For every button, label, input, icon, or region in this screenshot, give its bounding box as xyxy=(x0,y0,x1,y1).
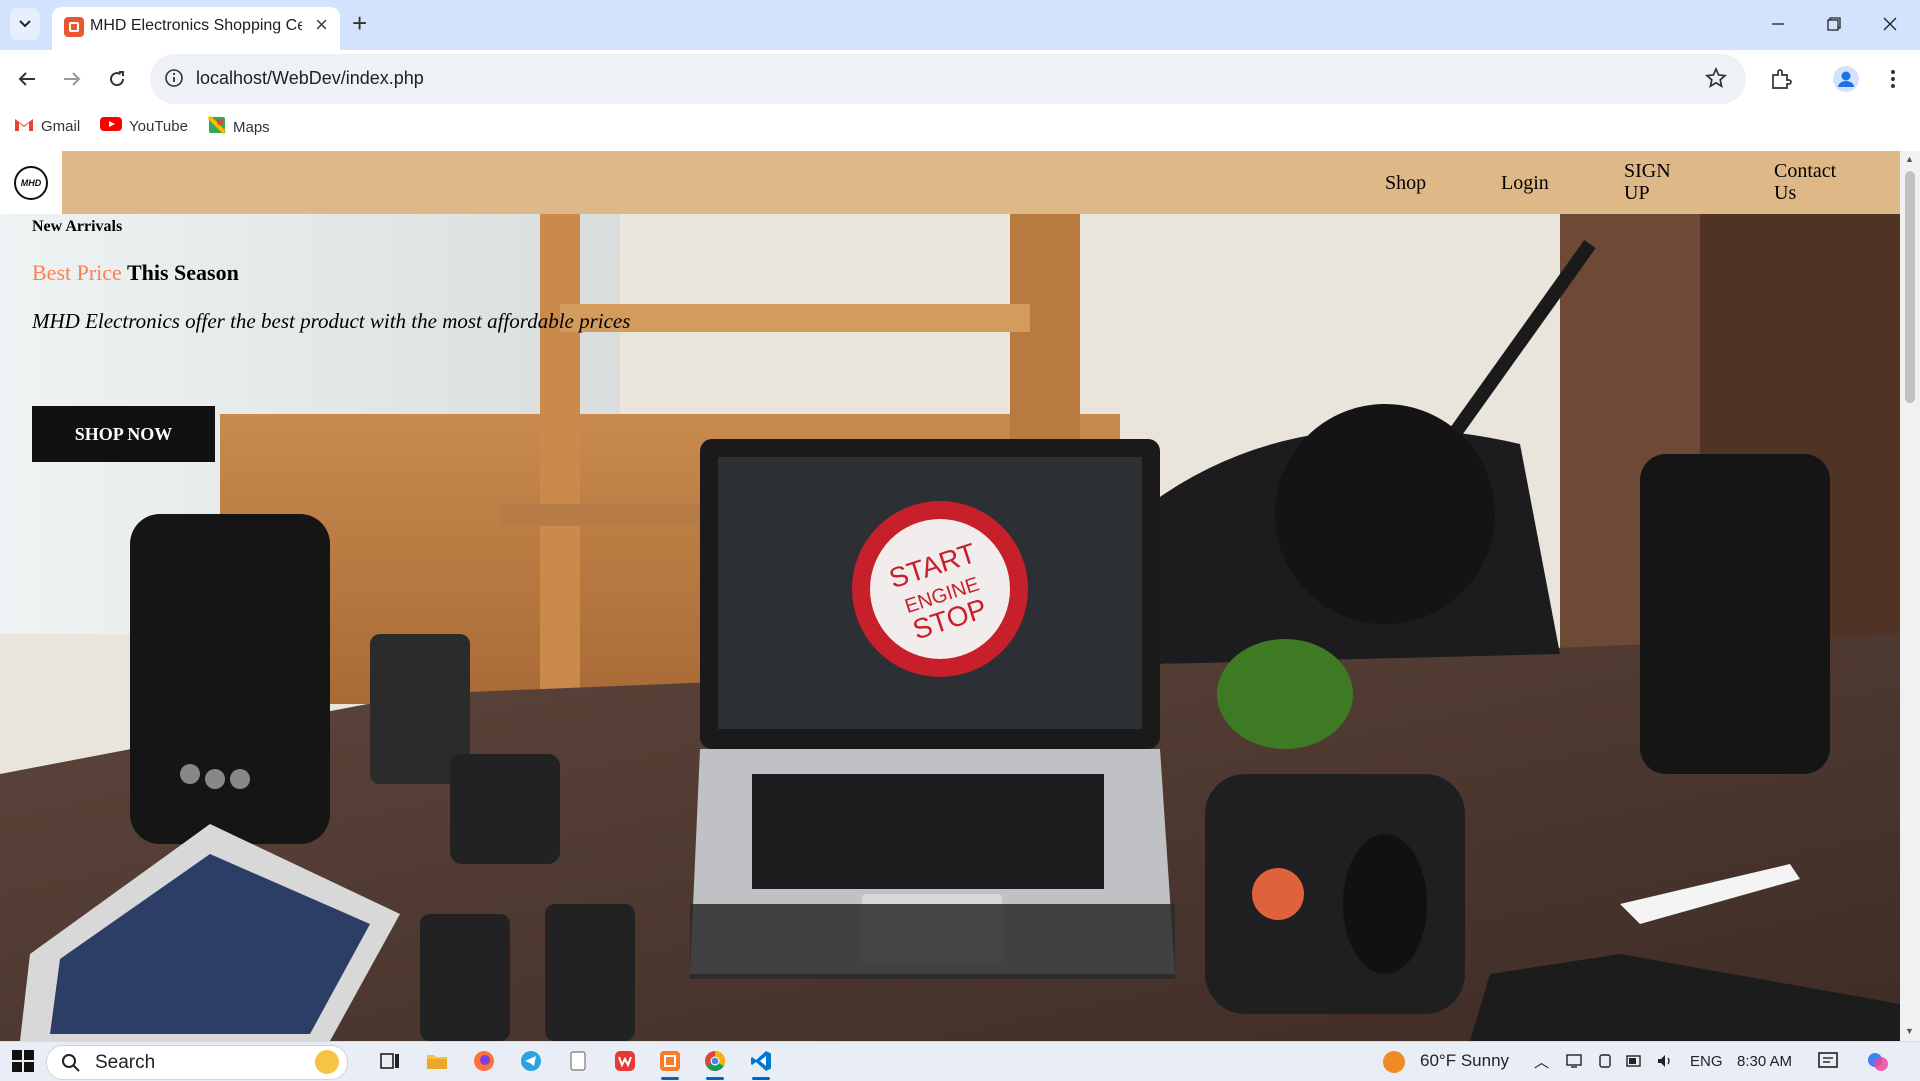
site-header: MHD Shop Login SIGN UP Contact Us xyxy=(0,151,1920,214)
bookmark-gmail[interactable]: Gmail xyxy=(14,116,80,136)
restore-button[interactable] xyxy=(1806,8,1862,40)
camera-icon[interactable] xyxy=(1598,1053,1614,1069)
close-window-button[interactable] xyxy=(1862,8,1918,40)
extensions-button[interactable] xyxy=(1766,64,1796,94)
telegram-icon[interactable] xyxy=(519,1049,543,1073)
back-button[interactable] xyxy=(12,64,42,94)
scroll-down-icon[interactable]: ▼ xyxy=(1905,1026,1914,1036)
hero-headline: Best Price This Season xyxy=(32,260,239,286)
bookmark-label: Gmail xyxy=(41,117,81,135)
minimize-icon xyxy=(1772,23,1784,25)
hero-headline-accent: Best Price xyxy=(32,260,122,285)
search-highlight-icon xyxy=(315,1050,339,1074)
search-icon xyxy=(62,1054,80,1072)
browser-toolbar: localhost/WebDev/index.php xyxy=(0,50,1920,108)
page-viewport: MHD Shop Login SIGN UP Contact Us START … xyxy=(0,151,1920,1041)
browser-menu-button[interactable] xyxy=(1878,64,1908,94)
hero-banner: START ENGINE STOP New Arrivals Best Pric… xyxy=(0,214,1900,1041)
new-tab-button[interactable]: + xyxy=(352,10,367,36)
windows-start-icon[interactable] xyxy=(12,1050,34,1072)
tab-search-button[interactable] xyxy=(10,8,40,40)
network-icon[interactable] xyxy=(1566,1053,1584,1069)
bookmark-youtube[interactable]: YouTube xyxy=(100,116,188,136)
language-indicator[interactable]: ENG xyxy=(1690,1053,1723,1070)
gmail-icon xyxy=(14,116,34,136)
profile-button[interactable] xyxy=(1831,64,1861,94)
notepad-icon[interactable] xyxy=(566,1049,590,1073)
clock[interactable]: 8:30 AM xyxy=(1737,1053,1792,1070)
chrome-icon[interactable] xyxy=(703,1049,727,1073)
youtube-icon xyxy=(100,116,122,136)
puzzle-icon xyxy=(1772,69,1792,89)
hero-headline-rest: This Season xyxy=(126,260,239,285)
copilot-icon[interactable] xyxy=(1866,1050,1890,1074)
more-vertical-icon xyxy=(1891,70,1895,88)
address-bar[interactable]: localhost/WebDev/index.php xyxy=(150,54,1746,104)
xampp-icon[interactable] xyxy=(658,1049,682,1073)
hero-desk-photo: START ENGINE STOP xyxy=(0,214,1900,1041)
hero-kicker: New Arrivals xyxy=(32,218,123,235)
search-label: Search xyxy=(95,1052,156,1073)
page-scrollbar[interactable]: ▲ ▼ xyxy=(1900,151,1920,1041)
nav-shop[interactable]: Shop xyxy=(1385,172,1426,194)
nav-contact[interactable]: Contact Us xyxy=(1774,160,1854,204)
site-info-icon[interactable] xyxy=(164,68,184,88)
bookmarks-bar: Gmail YouTube Maps xyxy=(0,108,1920,150)
bookmark-maps[interactable]: Maps xyxy=(207,115,270,138)
url-text[interactable]: localhost/WebDev/index.php xyxy=(196,68,424,89)
bookmark-star-icon[interactable] xyxy=(1704,66,1728,90)
browser-tabstrip: MHD Electronics Shopping Cen × + xyxy=(0,0,1920,50)
logo-mark: MHD xyxy=(14,165,48,200)
bookmark-label: Maps xyxy=(233,118,270,136)
windows-taskbar: Search 60°F Sunny ︿ ENG 8:30 AM xyxy=(0,1041,1920,1081)
browser-tab-active[interactable]: MHD Electronics Shopping Cen × xyxy=(52,7,340,50)
battery-icon[interactable] xyxy=(1626,1053,1644,1069)
notifications-icon[interactable] xyxy=(1818,1052,1838,1070)
tab-close-icon[interactable]: × xyxy=(315,14,328,36)
hero-tagline: MHD Electronics offer the best product w… xyxy=(32,309,631,333)
volume-icon[interactable] xyxy=(1656,1053,1674,1069)
nav-login[interactable]: Login xyxy=(1501,172,1549,194)
arrow-left-icon xyxy=(18,72,35,86)
scroll-up-icon[interactable]: ▲ xyxy=(1905,154,1914,164)
xampp-favicon-icon xyxy=(64,17,84,37)
restore-icon xyxy=(1827,17,1841,31)
chevron-down-icon xyxy=(19,20,31,28)
maps-icon xyxy=(207,115,227,138)
forward-button[interactable] xyxy=(57,64,87,94)
shop-now-button[interactable]: SHOP NOW xyxy=(32,406,215,462)
weather-text[interactable]: 60°F Sunny xyxy=(1420,1051,1509,1071)
nav-signup[interactable]: SIGN UP xyxy=(1624,160,1684,204)
task-view-icon[interactable] xyxy=(378,1049,402,1073)
wps-office-icon[interactable] xyxy=(613,1049,637,1073)
firefox-icon[interactable] xyxy=(472,1049,496,1073)
arrow-right-icon xyxy=(64,72,81,86)
logo-text: MHD xyxy=(20,177,42,188)
bookmark-label: YouTube xyxy=(129,117,188,135)
tab-title: MHD Electronics Shopping Cen xyxy=(90,17,302,34)
scroll-thumb[interactable] xyxy=(1905,171,1915,403)
reload-icon xyxy=(110,71,125,87)
site-logo[interactable]: MHD xyxy=(0,151,62,214)
reload-button[interactable] xyxy=(102,64,132,94)
minimize-button[interactable] xyxy=(1750,8,1806,40)
file-explorer-icon[interactable] xyxy=(425,1049,449,1073)
avatar-icon xyxy=(1833,66,1859,92)
weather-sun-icon[interactable] xyxy=(1383,1051,1405,1073)
show-hidden-icons-chevron-up-icon[interactable]: ︿ xyxy=(1534,1051,1549,1072)
vscode-icon[interactable] xyxy=(749,1049,773,1073)
close-icon xyxy=(1883,17,1897,31)
taskbar-search-box[interactable]: Search xyxy=(46,1045,348,1080)
